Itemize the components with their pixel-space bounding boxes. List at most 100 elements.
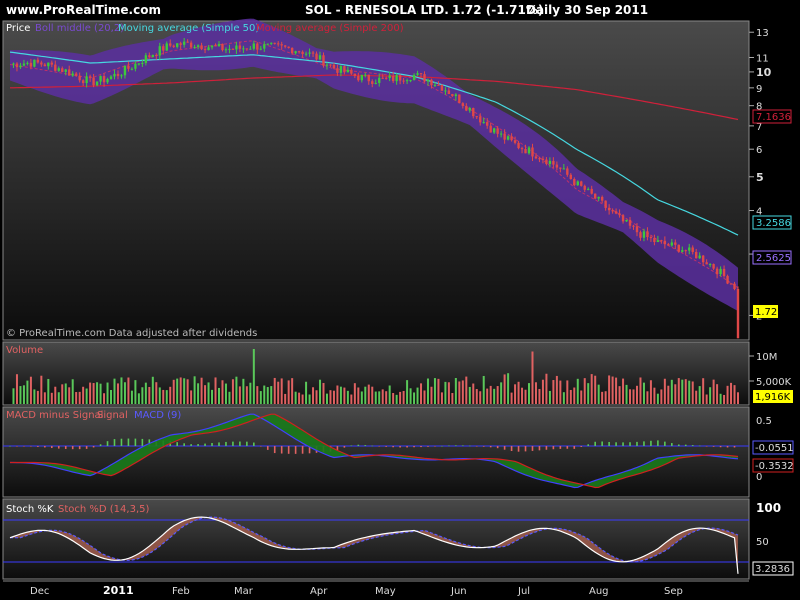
candle-body — [531, 147, 534, 157]
price-tick-label-7: 7 — [756, 122, 762, 133]
candle-body — [371, 81, 374, 84]
candle-body — [175, 43, 179, 47]
candle-body — [357, 75, 360, 81]
volume-bar — [545, 373, 548, 404]
candle-body — [374, 82, 377, 84]
candle-body — [479, 116, 482, 123]
volume-bar — [235, 376, 238, 404]
volume-bar — [402, 390, 405, 404]
candle-body — [130, 68, 134, 70]
volume-tag: 1,916K — [755, 392, 791, 403]
candle-body — [517, 142, 520, 149]
candle-body — [729, 283, 733, 285]
candle-body — [527, 147, 531, 154]
volume-bar — [629, 389, 632, 404]
candle-body — [54, 64, 57, 71]
candle-body — [482, 122, 485, 124]
macd-hist-bar — [684, 444, 687, 446]
candle-body — [722, 268, 726, 276]
macd-hist-bar — [183, 443, 185, 446]
candle-body — [273, 42, 276, 44]
volume-bar — [110, 389, 113, 404]
candle-body — [343, 66, 346, 73]
macd-hist-bar — [510, 446, 513, 451]
macd-hist-bar — [57, 446, 60, 449]
volume-bar — [249, 382, 252, 404]
candle-body — [468, 108, 471, 111]
volume-bar — [733, 385, 736, 404]
candle-body — [688, 247, 691, 251]
volume-bar — [423, 390, 426, 404]
candle-body — [419, 73, 423, 75]
stoch-tag: 3.2836 — [755, 564, 790, 575]
volume-bar — [618, 386, 621, 404]
candle-body — [169, 43, 172, 46]
macd-hist-bar — [9, 446, 11, 447]
macd-hist-label: MACD minus Signal — [6, 410, 103, 421]
macd-hist-bar — [176, 442, 178, 446]
volume-bar — [312, 387, 315, 404]
volume-bar — [305, 381, 308, 404]
candle-body — [106, 78, 109, 83]
macd-hist-bar — [253, 442, 255, 446]
macd-hist-bar — [113, 439, 116, 446]
candle-body — [64, 69, 67, 72]
volume-bar — [611, 376, 614, 404]
volume-label: Volume — [6, 345, 43, 356]
macd-hist-bar — [385, 446, 387, 447]
macd-hist-bar — [280, 446, 283, 454]
candle-body — [604, 200, 607, 208]
volume-bar — [120, 377, 123, 404]
volume-bar — [385, 391, 388, 404]
candle-body — [492, 128, 496, 133]
macd-hist-bar — [71, 446, 74, 450]
volume-bar — [22, 385, 25, 404]
candle-body — [465, 105, 468, 111]
volume-bar — [440, 392, 443, 404]
volume-bar — [155, 382, 158, 404]
volume-bar — [433, 378, 436, 404]
candle-body — [381, 77, 384, 79]
macd-hist-bar — [406, 446, 408, 448]
candle-body — [552, 160, 555, 165]
macd-hist-bar — [566, 446, 569, 449]
volume-bar — [730, 382, 733, 404]
candle-body — [12, 63, 15, 65]
volume-bar — [663, 378, 666, 404]
volume-bar — [541, 379, 544, 404]
candle-body — [50, 62, 53, 65]
volume-bar — [207, 382, 210, 404]
macd-hist-bar — [455, 445, 457, 446]
volume-bar — [19, 386, 22, 404]
candle-body — [489, 125, 492, 133]
macd-hist-bar — [636, 441, 638, 446]
volume-bar — [360, 391, 363, 404]
macd-hist-bar — [37, 446, 39, 447]
candle-body — [628, 219, 632, 226]
volume-bar — [364, 386, 367, 404]
volume-bar — [214, 377, 217, 404]
legend-ma50: Moving average (Simple 50) — [118, 23, 259, 34]
candle-body — [600, 196, 604, 201]
candle-body — [614, 211, 618, 214]
macd-hist-bar — [671, 443, 673, 446]
macd-hist-bar — [218, 442, 220, 446]
candle-body — [193, 46, 196, 48]
candle-body — [573, 178, 576, 186]
macd-hist-bar — [413, 446, 415, 448]
stock-chart: Price Boll middle (20,2) Moving average … — [2, 18, 794, 597]
macd-hist-bar — [204, 443, 206, 446]
volume-bar — [301, 394, 304, 404]
candle-body — [708, 264, 712, 266]
volume-bar — [113, 378, 116, 404]
candle-body — [189, 42, 193, 48]
candle-body — [137, 63, 141, 65]
candle-body — [663, 240, 667, 245]
macd-hist-bar — [608, 441, 610, 446]
volume-bar — [670, 379, 673, 404]
volume-bar — [510, 392, 513, 404]
candle-body — [447, 90, 451, 95]
macd-hist-bar — [434, 446, 436, 447]
candle-body — [695, 251, 698, 259]
candle-body — [430, 79, 433, 86]
